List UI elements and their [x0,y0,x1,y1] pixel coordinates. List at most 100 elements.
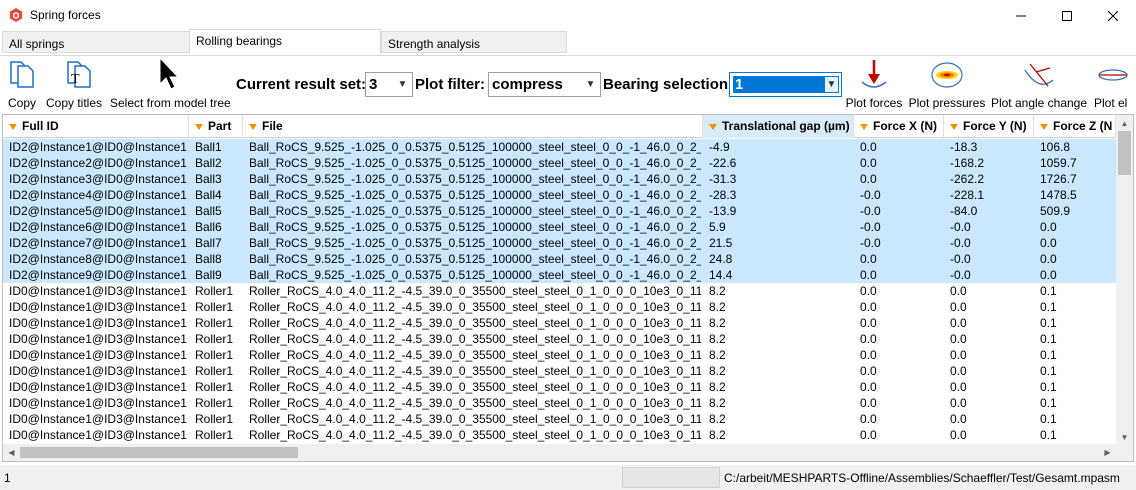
table-row[interactable]: ID2@Instance5@ID0@Instance1 Ball5 Ball_RoC… [3,203,1116,219]
table-row[interactable]: ID0@Instance1@ID3@Instance1 Roller1 Roller… [3,299,1116,315]
table-row[interactable]: ID2@Instance7@ID0@Instance1 Ball7 Ball_RoC… [3,235,1116,251]
table-row[interactable]: ID2@Instance8@ID0@Instance1 Ball8 Ball_RoC… [3,251,1116,267]
cell-full-id: ID2@Instance6@ID0@Instance1 [9,220,187,234]
cell-force-y: -262.2 [950,172,985,186]
tab-rolling-bearings[interactable]: Rolling bearings [189,29,381,54]
cell-force-z: 0.1 [1040,380,1057,394]
table-row[interactable]: ID0@Instance1@ID3@Instance1 Roller1 Roller… [3,347,1116,363]
plot-forces-button[interactable]: Plot forces [845,56,903,114]
title-bar: Spring forces [0,0,1136,31]
bearing-selection-dropdown[interactable]: 1 ▼ [729,72,842,97]
status-bar: 1 C:/arbeit/MESHPARTS-Offline/Assemblies… [0,465,1136,490]
select-from-model-tree-button[interactable]: Select from model tree [108,56,232,113]
table-row[interactable]: ID2@Instance1@ID0@Instance1 Ball1 Ball_RoC… [3,139,1116,155]
cell-part: Roller1 [195,300,234,314]
cell-full-id: ID0@Instance1@ID3@Instance1 [9,380,187,394]
cell-force-y: -168.2 [950,156,985,170]
minimize-button[interactable] [998,0,1044,31]
cell-file: Ball_RoCS_9.525_-1.025_0_0.5375_0.5125_1… [249,140,701,154]
cell-part: Roller1 [195,316,234,330]
table-row[interactable]: ID2@Instance9@ID0@Instance1 Ball9 Ball_RoC… [3,267,1116,283]
table-row[interactable]: ID0@Instance1@ID3@Instance1 Roller1 Roller… [3,427,1116,443]
header-force-y[interactable]: Force Y (N) [944,115,1034,138]
header-force-z[interactable]: Force Z (N [1034,115,1116,138]
maximize-button[interactable] [1044,0,1090,31]
cell-translational-gap: 8.2 [709,428,726,442]
cell-part: Ball5 [195,204,222,218]
cell-force-x: -0.0 [860,188,881,202]
plot-filter-dropdown[interactable]: compress ▼ [488,72,601,97]
scroll-up-icon[interactable]: ▲ [1116,115,1133,132]
cell-force-y: -0.0 [950,220,971,234]
cell-force-z: 0.1 [1040,412,1057,426]
cell-full-id: ID2@Instance1@ID0@Instance1 [9,140,187,154]
cell-force-x: 0.0 [860,380,877,394]
select-from-model-tree-label: Select from model tree [110,96,231,110]
cell-file: Ball_RoCS_9.525_-1.025_0_0.5375_0.5125_1… [249,236,701,250]
cell-force-x: 0.0 [860,316,877,330]
table-row[interactable]: ID2@Instance2@ID0@Instance1 Ball2 Ball_RoC… [3,155,1116,171]
table-row[interactable]: ID0@Instance1@ID3@Instance1 Roller1 Roller… [3,411,1116,427]
cell-file: Roller_RoCS_4.0_4.0_11.2_-4.5_39.0_0_355… [249,300,701,314]
cell-translational-gap: 8.2 [709,348,726,362]
cell-part: Roller1 [195,284,234,298]
results-table: Full ID Part File Translational gap (µm)… [2,114,1134,462]
scroll-right-icon[interactable]: ▶ [1099,444,1116,461]
header-part[interactable]: Part [189,115,243,138]
copy-titles-icon: T [67,61,91,88]
close-button[interactable] [1090,0,1136,31]
cell-full-id: ID2@Instance3@ID0@Instance1 [9,172,187,186]
cell-force-z: 0.0 [1040,236,1057,250]
table-row[interactable]: ID0@Instance1@ID3@Instance1 Roller1 Roller… [3,315,1116,331]
copy-button[interactable]: Copy [4,59,40,113]
plot-el-button[interactable]: Plot el [1092,56,1136,114]
header-translational-gap[interactable]: Translational gap (µm) [703,115,854,138]
filter-icon [950,124,958,130]
cell-force-x: 0.0 [860,348,877,362]
table-row[interactable]: ID0@Instance1@ID3@Instance1 Roller1 Roller… [3,283,1116,299]
cell-full-id: ID0@Instance1@ID3@Instance1 [9,412,187,426]
table-row[interactable]: ID2@Instance4@ID0@Instance1 Ball4 Ball_RoC… [3,187,1116,203]
cell-force-x: 0.0 [860,428,877,442]
copy-titles-button[interactable]: T Copy titles [44,59,106,113]
header-full-id[interactable]: Full ID [3,115,189,138]
tab-strength-analysis[interactable]: Strength analysis [381,31,567,53]
cell-force-x: -0.0 [860,220,881,234]
cell-force-x: 0.0 [860,412,877,426]
cell-part: Ball3 [195,172,222,186]
cell-force-z: 1059.7 [1040,156,1077,170]
horizontal-scroll-thumb[interactable] [20,447,298,458]
table-row[interactable]: ID0@Instance1@ID3@Instance1 Roller1 Roller… [3,363,1116,379]
cell-force-z: 1726.7 [1040,172,1077,186]
table-row[interactable]: ID0@Instance1@ID3@Instance1 Roller1 Roller… [3,379,1116,395]
cell-part: Roller1 [195,396,234,410]
table-row[interactable]: ID0@Instance1@ID3@Instance1 Roller1 Roller… [3,331,1116,347]
cell-translational-gap: 8.2 [709,316,726,330]
cell-force-x: 0.0 [860,172,877,186]
horizontal-scrollbar[interactable]: ◀ ▶ [3,444,1116,461]
cell-force-z: 0.1 [1040,348,1057,362]
tab-all-springs[interactable]: All springs [2,31,190,53]
cell-force-x: 0.0 [860,284,877,298]
scroll-left-icon[interactable]: ◀ [3,444,20,461]
table-row[interactable]: ID2@Instance6@ID0@Instance1 Ball6 Ball_RoC… [3,219,1116,235]
table-row[interactable]: ID2@Instance3@ID0@Instance1 Ball3 Ball_RoC… [3,171,1116,187]
plot-pressures-label: Plot pressures [908,96,986,110]
plot-pressures-button[interactable]: Plot pressures [908,56,986,114]
header-force-x[interactable]: Force X (N) [854,115,944,138]
cell-force-z: 0.0 [1040,252,1057,266]
cell-force-z: 0.1 [1040,428,1057,442]
cell-part: Ball9 [195,268,222,282]
plot-angle-change-button[interactable]: Plot angle change [990,56,1088,114]
header-file[interactable]: File [243,115,703,138]
cell-translational-gap: -28.3 [709,188,737,202]
cell-force-z: 106.8 [1040,140,1071,154]
vertical-scroll-thumb[interactable] [1118,131,1131,175]
cell-translational-gap: 8.2 [709,396,726,410]
cell-translational-gap: -22.6 [709,156,737,170]
result-set-dropdown[interactable]: 3 ▼ [365,72,413,97]
vertical-scrollbar[interactable]: ▲ ▼ [1116,115,1133,446]
table-row[interactable]: ID0@Instance1@ID3@Instance1 Roller1 Roller… [3,395,1116,411]
plot-filter-value: compress [492,76,563,93]
cell-force-y: 0.0 [950,316,967,330]
